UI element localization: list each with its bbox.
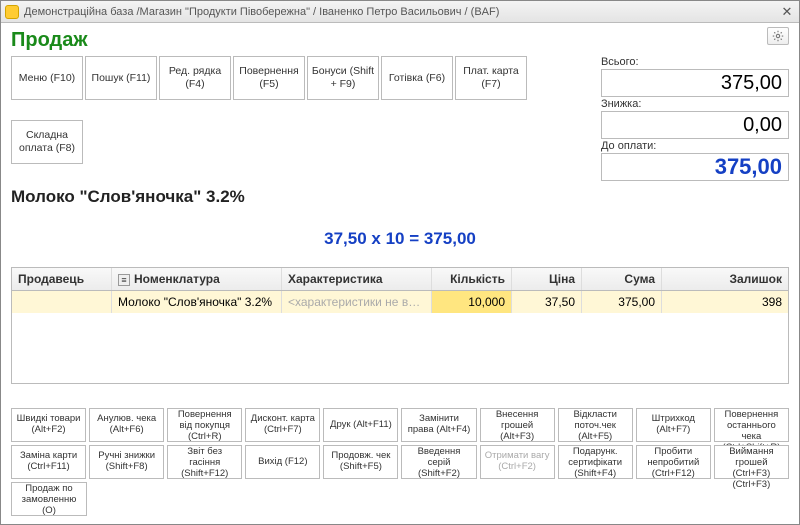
bonuses-button[interactable]: Бонуси (Shift + F9): [307, 56, 379, 100]
continue-check-button[interactable]: Продовж. чек (Shift+F5): [323, 445, 398, 479]
window-title: Демонстраційна база /Магазин "Продукти П…: [24, 6, 779, 18]
due-row: До оплати: 375,00: [601, 140, 789, 181]
cell-seller[interactable]: [12, 291, 112, 313]
sale-by-order-button[interactable]: Продаж по замовленню (O): [11, 482, 87, 516]
due-label: До оплати:: [601, 140, 789, 152]
cash-out-button[interactable]: Виймання грошей (Ctrl+F3) (Ctrl+F3): [714, 445, 789, 479]
discount-row: Знижка: 0,00: [601, 98, 789, 139]
cell-sum[interactable]: 375,00: [582, 291, 662, 313]
cell-rem[interactable]: 398: [662, 291, 788, 313]
due-value: 375,00: [601, 153, 789, 181]
complex-pay-button[interactable]: Складна оплата (F8): [11, 120, 83, 164]
page-title: Продаж: [11, 29, 789, 52]
bottom-row-3: Продаж по замовленню (O): [11, 482, 789, 516]
barcode-button[interactable]: Штрихкод (Alt+F7): [636, 408, 711, 442]
x-report-button[interactable]: Звіт без гасіння (Shift+F12): [167, 445, 242, 479]
items-grid[interactable]: Продавець ≡ Номенклатура Характеристика К…: [11, 267, 789, 384]
col-sum-header[interactable]: Сума: [582, 268, 662, 290]
search-button[interactable]: Пошук (F11): [85, 56, 157, 100]
bottom-row-2: Заміна карти (Ctrl+F11) Ручні знижки (Sh…: [11, 445, 789, 479]
close-icon[interactable]: ✕: [779, 4, 795, 20]
edit-row-button[interactable]: Ред. рядка (F4): [159, 56, 231, 100]
col-sku-header-text: Номенклатура: [134, 272, 220, 286]
void-check-button[interactable]: Анулюв. чека (Alt+F6): [89, 408, 164, 442]
col-sku-header[interactable]: ≡ Номенклатура: [112, 268, 282, 290]
grid-header: Продавець ≡ Номенклатура Характеристика К…: [12, 268, 788, 291]
enter-series-button[interactable]: Введення серій (Shift+F2): [401, 445, 476, 479]
total-value: 375,00: [601, 69, 789, 97]
bottom-toolbar: Швидкі товари (Alt+F2) Анулюв. чека (Alt…: [11, 400, 789, 516]
col-seller-header[interactable]: Продавець: [12, 268, 112, 290]
return-button[interactable]: Повернення (F5): [233, 56, 305, 100]
discount-value: 0,00: [601, 111, 789, 139]
table-row[interactable]: Молоко "Слов'яночка" 3.2% <характеристик…: [12, 291, 788, 313]
replace-card-button[interactable]: Заміна карти (Ctrl+F11): [11, 445, 86, 479]
content-area: Продаж Меню (F10) Пошук (F11) Ред. рядка…: [1, 23, 799, 524]
cash-in-button[interactable]: Внесення грошей (Alt+F3): [480, 408, 555, 442]
get-weight-button[interactable]: Отримати вагу (Ctrl+F2): [480, 445, 555, 479]
cell-qty[interactable]: 10,000: [432, 291, 512, 313]
col-rem-header[interactable]: Залишок: [662, 268, 788, 290]
bottom-row-1: Швидкі товари (Alt+F2) Анулюв. чека (Alt…: [11, 408, 789, 442]
totals-panel: Всього: 375,00 Знижка: 0,00 До оплати: 3…: [601, 56, 789, 181]
return-last-check-button[interactable]: Повернення останнього чека (Ctrl+Shift+R…: [714, 408, 789, 442]
grid-body-empty: [12, 313, 788, 383]
cell-char[interactable]: <характеристики не вик...: [282, 291, 432, 313]
sku-badge-icon: ≡: [118, 274, 130, 286]
cell-sku[interactable]: Молоко "Слов'яночка" 3.2%: [112, 291, 282, 313]
manual-discounts-button[interactable]: Ручні знижки (Shift+F8): [89, 445, 164, 479]
cell-price[interactable]: 37,50: [512, 291, 582, 313]
col-char-header[interactable]: Характеристика: [282, 268, 432, 290]
main-toolbar: Меню (F10) Пошук (F11) Ред. рядка (F4) П…: [11, 56, 595, 181]
settings-button[interactable]: [767, 27, 789, 45]
top-area: Меню (F10) Пошук (F11) Ред. рядка (F4) П…: [11, 56, 789, 181]
punch-unpunched-button[interactable]: Пробити непробитий (Ctrl+F12): [636, 445, 711, 479]
app-window: Демонстраційна база /Магазин "Продукти П…: [0, 0, 800, 525]
card-button[interactable]: Плат. карта (F7): [455, 56, 527, 100]
current-item-name: Молоко "Слов'яночка" 3.2%: [11, 187, 789, 207]
hold-check-button[interactable]: Відкласти поточ.чек (Alt+F5): [558, 408, 633, 442]
print-button[interactable]: Друк (Alt+F11): [323, 408, 398, 442]
gift-certificates-button[interactable]: Подарунк. сертифікати (Shift+F4): [558, 445, 633, 479]
app-icon: [5, 5, 19, 19]
calc-line: 37,50 x 10 = 375,00: [11, 229, 789, 249]
discount-label: Знижка:: [601, 98, 789, 110]
cash-button[interactable]: Готівка (F6): [381, 56, 453, 100]
quick-goods-button[interactable]: Швидкі товари (Alt+F2): [11, 408, 86, 442]
discount-card-button[interactable]: Дисконт. карта (Ctrl+F7): [245, 408, 320, 442]
exit-button[interactable]: Вихід (F12): [245, 445, 320, 479]
titlebar: Демонстраційна база /Магазин "Продукти П…: [1, 1, 799, 23]
col-qty-header[interactable]: Кількість: [432, 268, 512, 290]
menu-button[interactable]: Меню (F10): [11, 56, 83, 100]
total-row: Всього: 375,00: [601, 56, 789, 97]
change-rights-button[interactable]: Замінити права (Alt+F4): [401, 408, 476, 442]
total-label: Всього:: [601, 56, 789, 68]
col-price-header[interactable]: Ціна: [512, 268, 582, 290]
gear-icon: [772, 30, 784, 42]
return-from-customer-button[interactable]: Повернення від покупця (Ctrl+R): [167, 408, 242, 442]
